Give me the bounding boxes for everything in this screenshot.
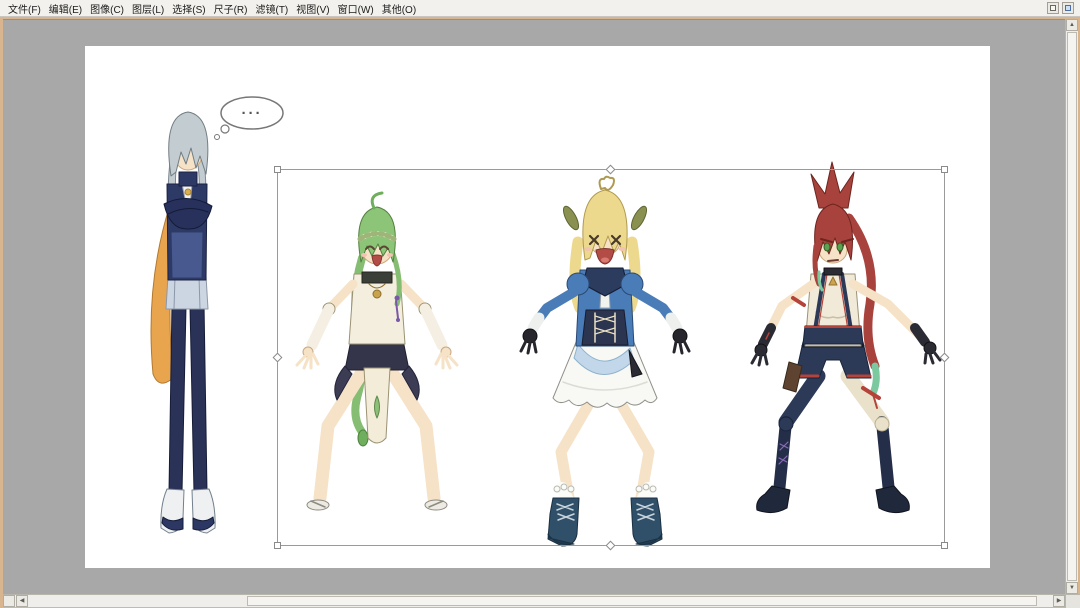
scroll-left-button[interactable]: ◀ <box>16 595 28 607</box>
character-green <box>297 193 457 510</box>
horizontal-scrollbar-thumb[interactable] <box>247 596 1037 606</box>
vertical-scrollbar-thumb[interactable] <box>1067 32 1077 581</box>
mini-button-2[interactable] <box>1062 2 1074 14</box>
workspace: ··· <box>3 19 1065 594</box>
selection-handle-bottom-right[interactable] <box>941 542 948 549</box>
character-blonde <box>521 177 689 546</box>
mini-button-1[interactable] <box>1047 2 1059 14</box>
character-silver <box>151 112 215 533</box>
document-canvas[interactable]: ··· <box>85 46 990 568</box>
menu-select[interactable]: 选择(S) <box>168 0 209 17</box>
canvas-artwork: ··· <box>85 46 990 568</box>
menu-window[interactable]: 窗口(W) <box>334 0 378 17</box>
vertical-scrollbar[interactable]: ▲ ▼ <box>1065 19 1078 594</box>
menu-edit[interactable]: 编辑(E) <box>45 0 86 17</box>
scroll-down-button[interactable]: ▼ <box>1066 582 1078 594</box>
scroll-left-icon: ◀ <box>20 598 25 604</box>
svg-text:···: ··· <box>242 105 263 122</box>
mini-button-2-icon <box>1065 5 1071 11</box>
horizontal-scrollbar[interactable]: ◀ ▶ <box>3 594 1065 607</box>
menu-bar-mini-buttons <box>1047 2 1074 14</box>
menu-ruler[interactable]: 尺子(R) <box>210 0 252 17</box>
selection-handle-top-left[interactable] <box>274 166 281 173</box>
menu-view[interactable]: 视图(V) <box>292 0 333 17</box>
speech-bubble: ··· <box>215 97 284 140</box>
app-window: { "app": { "menu_items": ["文件(F)","编辑(E)… <box>0 0 1080 608</box>
scrollbar-corner-button[interactable] <box>3 595 15 607</box>
scroll-down-icon: ▼ <box>1069 585 1075 591</box>
scroll-right-button[interactable]: ▶ <box>1053 595 1065 607</box>
character-red <box>752 162 940 513</box>
scrollbar-corner <box>1065 594 1080 608</box>
menu-file[interactable]: 文件(F) <box>4 0 45 17</box>
mini-button-1-icon <box>1050 5 1056 11</box>
scroll-up-button[interactable]: ▲ <box>1066 19 1078 31</box>
menu-filter[interactable]: 滤镜(T) <box>251 0 292 17</box>
scroll-up-icon: ▲ <box>1069 22 1075 28</box>
scroll-right-icon: ▶ <box>1057 598 1062 604</box>
menu-other[interactable]: 其他(O) <box>378 0 420 17</box>
menu-bar: 文件(F) 编辑(E) 图像(C) 图层(L) 选择(S) 尺子(R) 滤镜(T… <box>0 0 1080 17</box>
selection-handle-bottom-left[interactable] <box>274 542 281 549</box>
menu-layer[interactable]: 图层(L) <box>128 0 168 17</box>
selection-handle-top-right[interactable] <box>941 166 948 173</box>
menu-canvas[interactable]: 图像(C) <box>86 0 128 17</box>
